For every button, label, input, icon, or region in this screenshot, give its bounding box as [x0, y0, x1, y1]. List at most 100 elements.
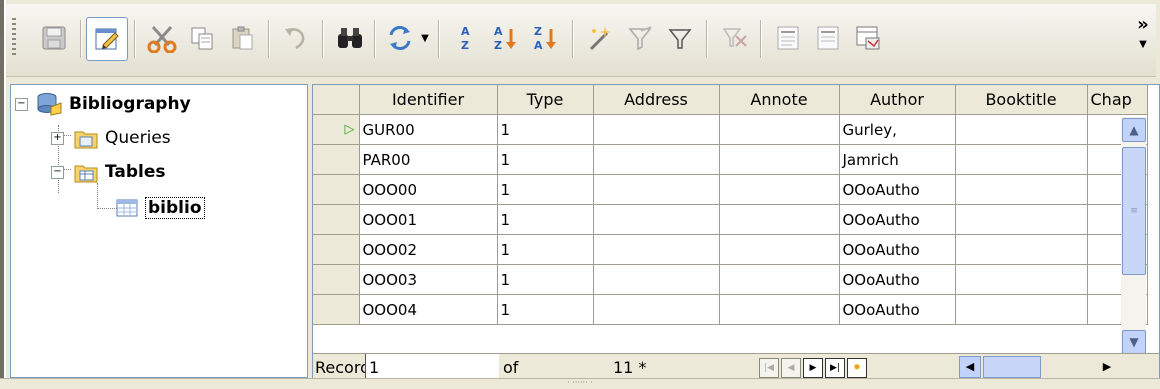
- scroll-right-button[interactable]: ▶: [1097, 357, 1117, 377]
- datasource-button[interactable]: [848, 18, 888, 58]
- cell-type[interactable]: 1: [497, 204, 594, 235]
- cell-booktitle[interactable]: [955, 114, 1088, 145]
- h-scroll-thumb[interactable]: [983, 356, 1041, 378]
- next-record-button[interactable]: ▶: [803, 358, 823, 378]
- sort-button[interactable]: AZ: [446, 18, 486, 58]
- row-header[interactable]: ▷: [313, 114, 360, 145]
- expand-icon[interactable]: +: [51, 132, 64, 145]
- standard-filter-button[interactable]: [660, 18, 700, 58]
- text-button[interactable]: [768, 18, 808, 58]
- tree-item-bibliography[interactable]: − Bibliography: [15, 89, 191, 119]
- row-header[interactable]: [313, 294, 360, 325]
- cell-booktitle[interactable]: [955, 264, 1088, 295]
- apply-filter-button[interactable]: [620, 18, 660, 58]
- scroll-thumb[interactable]: ≡: [1122, 147, 1146, 275]
- cell-author[interactable]: OOoAutho: [839, 234, 956, 265]
- row-header[interactable]: [313, 264, 360, 295]
- cell-address[interactable]: [593, 294, 720, 325]
- cell-identifier[interactable]: OOO01: [359, 204, 498, 235]
- cell-address[interactable]: [593, 234, 720, 265]
- cell-type[interactable]: 1: [497, 144, 594, 175]
- cell-identifier[interactable]: OOO00: [359, 174, 498, 205]
- sort-descending-button[interactable]: ZA: [526, 18, 566, 58]
- fields-button[interactable]: [808, 18, 848, 58]
- cell-type[interactable]: 1: [497, 264, 594, 295]
- cell-annote[interactable]: [719, 114, 840, 145]
- column-header-type[interactable]: Type: [497, 85, 594, 115]
- column-header-annote[interactable]: Annote: [719, 85, 840, 115]
- cell-author[interactable]: OOoAutho: [839, 204, 956, 235]
- cell-type[interactable]: 1: [497, 234, 594, 265]
- cell-annote[interactable]: [719, 294, 840, 325]
- column-header-chapter[interactable]: Chap: [1087, 85, 1148, 115]
- scroll-up-button[interactable]: ▲: [1122, 118, 1146, 142]
- row-header[interactable]: [313, 204, 360, 235]
- row-header-corner[interactable]: [313, 85, 360, 115]
- undo-button[interactable]: [276, 18, 316, 58]
- toolbar-overflow-button[interactable]: » ▼: [1130, 14, 1156, 64]
- row-header[interactable]: [313, 174, 360, 205]
- first-record-button[interactable]: |◀: [759, 358, 779, 378]
- table-row[interactable]: OOO01 1 OOoAutho: [313, 204, 1148, 235]
- cell-type[interactable]: 1: [497, 174, 594, 205]
- table-row[interactable]: OOO00 1 OOoAutho: [313, 174, 1148, 205]
- cell-address[interactable]: [593, 204, 720, 235]
- collapse-icon[interactable]: −: [15, 98, 28, 111]
- cell-annote[interactable]: [719, 234, 840, 265]
- cell-address[interactable]: [593, 264, 720, 295]
- column-header-address[interactable]: Address: [593, 85, 720, 115]
- table-row[interactable]: PAR00 1 Jamrich: [313, 144, 1148, 175]
- paste-button[interactable]: [222, 18, 262, 58]
- save-button[interactable]: [34, 18, 74, 58]
- cut-button[interactable]: [142, 18, 182, 58]
- cell-booktitle[interactable]: [955, 294, 1088, 325]
- remove-filter-button[interactable]: [714, 18, 754, 58]
- cell-identifier[interactable]: GUR00: [359, 114, 498, 145]
- autofilter-button[interactable]: [580, 18, 620, 58]
- cell-type[interactable]: 1: [497, 114, 594, 145]
- row-header[interactable]: [313, 234, 360, 265]
- cell-annote[interactable]: [719, 264, 840, 295]
- cell-identifier[interactable]: OOO03: [359, 264, 498, 295]
- cell-annote[interactable]: [719, 204, 840, 235]
- column-header-booktitle[interactable]: Booktitle: [955, 85, 1088, 115]
- edit-data-button[interactable]: [86, 17, 128, 61]
- previous-record-button[interactable]: ◀: [781, 358, 801, 378]
- column-header-author[interactable]: Author: [839, 85, 956, 115]
- cell-booktitle[interactable]: [955, 174, 1088, 205]
- find-button[interactable]: [330, 18, 370, 58]
- cell-annote[interactable]: [719, 144, 840, 175]
- chevron-down-icon[interactable]: ▼: [421, 33, 429, 44]
- sort-ascending-button[interactable]: AZ: [486, 18, 526, 58]
- cell-author[interactable]: Gurley,: [839, 114, 956, 145]
- table-row[interactable]: OOO04 1 OOoAutho: [313, 294, 1148, 325]
- cell-address[interactable]: [593, 144, 720, 175]
- toolbar-grip[interactable]: [12, 18, 16, 56]
- cell-author[interactable]: OOoAutho: [839, 294, 956, 325]
- table-row[interactable]: ▷ GUR00 1 Gurley,: [313, 114, 1148, 145]
- table-row[interactable]: OOO02 1 OOoAutho: [313, 234, 1148, 265]
- tree-item-queries[interactable]: + Queries: [51, 123, 171, 153]
- tree-item-tables[interactable]: − Tables: [51, 157, 166, 187]
- refresh-button[interactable]: ▼: [380, 18, 434, 58]
- cell-author[interactable]: OOoAutho: [839, 174, 956, 205]
- cell-booktitle[interactable]: [955, 144, 1088, 175]
- cell-booktitle[interactable]: [955, 204, 1088, 235]
- column-header-identifier[interactable]: Identifier: [359, 85, 498, 115]
- cell-address[interactable]: [593, 174, 720, 205]
- cell-identifier[interactable]: PAR00: [359, 144, 498, 175]
- cell-booktitle[interactable]: [955, 234, 1088, 265]
- cell-author[interactable]: OOoAutho: [839, 264, 956, 295]
- cell-address[interactable]: [593, 114, 720, 145]
- table-row[interactable]: OOO03 1 OOoAutho: [313, 264, 1148, 295]
- vertical-scrollbar[interactable]: ▲ ≡ ▼: [1121, 117, 1146, 355]
- row-header[interactable]: [313, 144, 360, 175]
- cell-identifier[interactable]: OOO04: [359, 294, 498, 325]
- cell-identifier[interactable]: OOO02: [359, 234, 498, 265]
- copy-button[interactable]: [182, 18, 222, 58]
- cell-type[interactable]: 1: [497, 294, 594, 325]
- cell-author[interactable]: Jamrich: [839, 144, 956, 175]
- tree-item-biblio[interactable]: biblio: [115, 193, 205, 223]
- last-record-button[interactable]: ▶|: [825, 358, 845, 378]
- scroll-left-button[interactable]: ◀: [959, 356, 981, 378]
